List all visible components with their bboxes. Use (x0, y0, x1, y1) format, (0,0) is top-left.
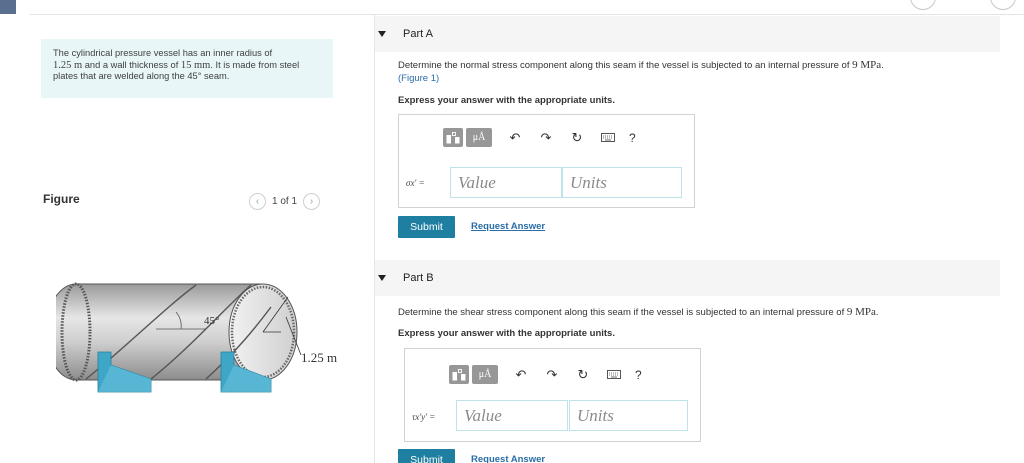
caret-down-icon (378, 275, 386, 281)
undo-icon: ↶ (515, 366, 527, 382)
problem-text-2: and a wall thickness of (82, 59, 181, 70)
part-a-request-answer-link[interactable]: Request Answer (471, 221, 545, 232)
units-icon: μÅ (472, 132, 486, 143)
pressure-vessel-drawing (45, 282, 302, 393)
help-button[interactable]: ? (635, 368, 642, 382)
units-button[interactable]: μÅ (466, 128, 492, 147)
template-icon (452, 368, 466, 380)
part-b-request-answer-link[interactable]: Request Answer (471, 454, 545, 463)
part-a-variable-label: σx' = (406, 178, 425, 188)
keyboard-button[interactable] (597, 128, 619, 147)
template-icon (446, 131, 460, 143)
help-icon: ? (629, 130, 636, 145)
part-b-instruction: Express your answer with the appropriate… (398, 328, 615, 339)
problem-statement: The cylindrical pressure vessel has an i… (41, 39, 333, 98)
part-a-answer-box: μÅ ↶ ↷ ↻ ? σx' = (398, 114, 695, 208)
figure-label: Figure (43, 192, 80, 206)
part-a-submit-button[interactable]: Submit (398, 216, 455, 238)
chevron-right-icon: › (309, 195, 314, 207)
part-a-toolbar: μÅ ↶ ↷ ↻ ? (443, 128, 636, 147)
part-a-pressure: 9 MPa (852, 59, 882, 71)
part-b-value-input[interactable] (456, 400, 568, 431)
pager-text: 1 of 1 (272, 196, 298, 207)
part-b-question-text: Determine the shear stress component alo… (398, 307, 847, 318)
thickness-value: 15 mm (180, 59, 211, 71)
units-icon: μÅ (478, 369, 492, 380)
undo-button[interactable]: ↶ (504, 128, 526, 147)
keyboard-button[interactable] (603, 365, 625, 384)
next-figure-button[interactable]: › (303, 193, 321, 210)
template-button[interactable] (449, 365, 469, 384)
part-b-pressure: 9 MPa (846, 306, 876, 318)
part-a-question-end: . (881, 60, 884, 71)
part-b-question-end: . (875, 307, 879, 318)
top-nav-button-right[interactable] (990, 0, 1016, 10)
part-b-question: Determine the shear stress component alo… (398, 306, 879, 319)
parts-panel: Part A Determine the normal stress compo… (375, 15, 1024, 463)
radius-dimension-label: 1.25 m (301, 350, 338, 365)
part-b-toolbar: μÅ ↶ ↷ ↻ ? (449, 365, 642, 384)
figure-pager: ‹ 1 of 1 › (249, 193, 321, 210)
top-accent-bar (0, 0, 16, 14)
redo-icon: ↷ (546, 366, 558, 382)
redo-button[interactable]: ↷ (535, 128, 557, 147)
part-b-variable-label: τx'y' = (412, 412, 436, 422)
reset-button[interactable]: ↻ (566, 128, 588, 147)
redo-icon: ↷ (540, 129, 552, 145)
part-b-answer-box: μÅ ↶ ↷ ↻ ? τx'y' = (404, 348, 701, 442)
part-a-header[interactable]: Part A (375, 16, 1000, 52)
reset-icon: ↻ (577, 366, 589, 382)
help-icon: ? (635, 367, 642, 382)
pressure-vessel-figure: 45° 1.25 m (45, 267, 356, 407)
radius-value: 1.25 m (53, 59, 83, 71)
part-b-title: Part B (403, 272, 434, 284)
part-a-question-text: Determine the normal stress component al… (398, 60, 853, 71)
part-b-units-input[interactable] (569, 400, 688, 431)
part-a-value-input[interactable] (450, 167, 562, 198)
keyboard-icon (607, 370, 621, 379)
part-a-units-input[interactable] (562, 167, 682, 198)
template-button[interactable] (443, 128, 463, 147)
problem-panel: The cylindrical pressure vessel has an i… (30, 15, 375, 463)
reset-icon: ↻ (571, 129, 583, 145)
keyboard-icon (601, 133, 615, 142)
undo-button[interactable]: ↶ (510, 365, 532, 384)
part-b-header[interactable]: Part B (375, 260, 1000, 296)
redo-button[interactable]: ↷ (541, 365, 563, 384)
prev-figure-button[interactable]: ‹ (249, 193, 266, 210)
undo-icon: ↶ (509, 129, 521, 145)
figure-link[interactable]: (Figure 1) (398, 73, 439, 84)
part-a-instruction: Express your answer with the appropriate… (398, 95, 615, 106)
part-b-submit-button[interactable]: Submit (398, 449, 455, 463)
problem-text-1: The cylindrical pressure vessel has an i… (53, 48, 273, 58)
reset-button[interactable]: ↻ (572, 365, 594, 384)
part-a-question: Determine the normal stress component al… (398, 59, 884, 85)
part-a-title: Part A (403, 28, 433, 40)
units-button[interactable]: μÅ (472, 365, 498, 384)
caret-down-icon (378, 31, 386, 37)
chevron-left-icon: ‹ (255, 195, 260, 207)
angle-label: 45° (204, 315, 220, 327)
help-button[interactable]: ? (629, 131, 636, 145)
top-nav-button-left[interactable] (910, 0, 936, 10)
